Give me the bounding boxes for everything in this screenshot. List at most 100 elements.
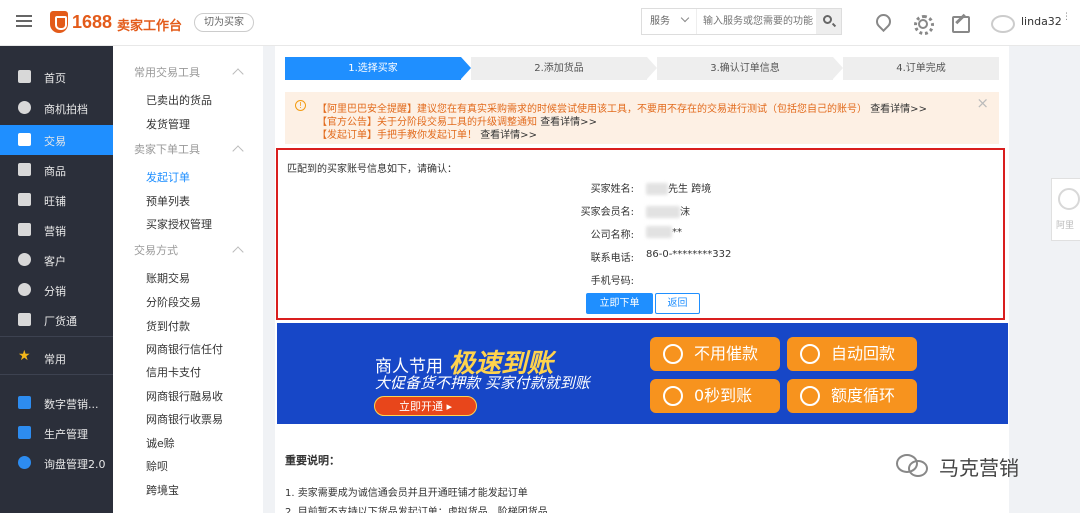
activate-now-button[interactable]: 立即开通 ▸ <box>374 396 477 416</box>
phone-icon <box>663 344 683 364</box>
submenu-item[interactable]: 发货管理 <box>146 116 190 132</box>
search-button[interactable] <box>816 9 841 34</box>
alibaba-icon <box>1058 188 1080 210</box>
sidebar-item-customers[interactable]: 客户 <box>0 245 113 275</box>
logo-icon <box>50 11 68 33</box>
progress-steps: 1.选择买家 2.添加货品 3.确认订单信息 4.订单完成 <box>285 57 999 80</box>
factory-icon <box>18 313 31 326</box>
sidebar-item-shop[interactable]: 旺铺 <box>0 185 113 215</box>
submenu-item[interactable]: 买家授权管理 <box>146 216 212 232</box>
place-order-button[interactable]: 立即下单 <box>586 293 653 314</box>
watermark-text: 马克营销 <box>939 456 1019 480</box>
feature-instant-arrival: 0秒到账 <box>650 379 780 413</box>
buyer-member-text: 沫 <box>680 207 690 218</box>
notice-link[interactable]: 查看详情>> <box>870 104 927 115</box>
submenu-item[interactable]: 分阶段交易 <box>146 294 201 310</box>
sidebar-item-factory[interactable]: 厂货通 <box>0 305 113 335</box>
step-4: 4.订单完成 <box>843 57 999 80</box>
step-1: 1.选择买家 <box>285 57 471 80</box>
notice-text: 【发起订单】手把手教你发起订单！ <box>317 130 477 141</box>
distribution-icon <box>18 283 31 296</box>
feature-label: 不用催款 <box>694 344 759 363</box>
user-icon <box>18 253 31 266</box>
back-button[interactable]: 返回 <box>655 293 700 314</box>
submenu-item[interactable]: 诚e赊 <box>146 435 175 451</box>
sidebar-item-production[interactable]: 生产管理 <box>0 418 113 448</box>
note-line: 1. 卖家需要成为诚信通会员并且开通旺铺才能发起订单 <box>285 488 528 499</box>
buyer-confirm-panel: 匹配到的买家账号信息如下，请确认： 买家姓名: 先生 跨境 买家会员名: 沫 公… <box>276 148 1005 320</box>
submenu-item[interactable]: 货到付款 <box>146 318 190 334</box>
digital-marketing-icon <box>18 396 31 409</box>
redacted-mask <box>646 206 680 218</box>
secondary-menu: 常用交易工具 卖家下单工具 交易方式 已卖出的货品 发货管理 发起订单 预单列表… <box>113 46 263 513</box>
confirm-title: 匹配到的买家账号信息如下，请确认： <box>287 164 457 175</box>
submenu-group-title[interactable]: 常用交易工具 <box>134 64 200 80</box>
submenu-item-active[interactable]: 发起订单 <box>146 169 190 185</box>
sidebar-item-inquiry[interactable]: 询盘管理2.0 <box>0 448 113 478</box>
home-icon <box>18 70 31 83</box>
more-icon[interactable]: ⋮ <box>1062 13 1071 22</box>
gear-icon[interactable] <box>912 13 934 35</box>
redacted-mask <box>646 183 668 195</box>
search-icon <box>823 15 832 24</box>
notice-line: 【发起订单】手把手教你发起订单！ 查看详情>> <box>317 126 537 141</box>
submenu-item[interactable]: 信用卡支付 <box>146 364 201 380</box>
buyer-name-label: 买家姓名: <box>590 184 634 195</box>
sidebar-item-products[interactable]: 商品 <box>0 155 113 185</box>
sidebar: 首页 商机拍档 交易 商品 旺铺 营销 客户 分销 厂货通 ★ 常用 数字营销..… <box>0 46 113 513</box>
trade-icon <box>18 133 31 146</box>
main-content: 1.选择买家 2.添加货品 3.确认订单信息 4.订单完成 ! 【阿里巴巴安全提… <box>275 46 1009 513</box>
feature-auto-payback: 自动回款 <box>787 337 917 371</box>
search-scope-select[interactable]: 服务 <box>642 9 697 34</box>
wechat-icon <box>896 454 928 477</box>
buyer-name-value: 先生 跨境 <box>646 180 711 195</box>
step-2: 2.添加货品 <box>471 57 659 80</box>
submenu-item[interactable]: 跨境宝 <box>146 482 179 498</box>
submenu-item[interactable]: 网商银行融易收 <box>146 388 223 404</box>
submenu-item[interactable]: 预单列表 <box>146 193 190 209</box>
shop-icon <box>18 193 31 206</box>
close-icon[interactable]: × <box>976 94 989 112</box>
menu-icon[interactable] <box>16 15 32 29</box>
redacted-mask <box>646 226 672 238</box>
sidebar-item-home[interactable]: 首页 <box>0 62 113 92</box>
location-icon[interactable] <box>873 13 891 31</box>
edit-icon[interactable] <box>951 13 970 33</box>
banner-subline: 大促备货不押款 买家付款就到账 <box>375 374 590 392</box>
promo-banner[interactable]: 商人节用 极速到账 大促备货不押款 买家付款就到账 立即开通 ▸ 不用催款 自动回… <box>277 323 1008 424</box>
submenu-item[interactable]: 网商银行收票易 <box>146 411 223 427</box>
production-icon <box>18 426 31 439</box>
switch-to-buyer-button[interactable]: 切为买家 <box>194 13 254 32</box>
submenu-item[interactable]: 已卖出的货品 <box>146 92 212 108</box>
logo-number: 1688 <box>72 12 113 32</box>
submenu-item[interactable]: 赊呗 <box>146 458 168 474</box>
search-box: 服务 <box>641 8 842 35</box>
crown-icon <box>18 101 31 114</box>
submenu-item[interactable]: 网商银行信任付 <box>146 341 223 357</box>
note-line: 2. 目前暂不支持以下货品发起订单：虚拟货品、阶梯团货品 <box>285 507 548 513</box>
submenu-group-title[interactable]: 卖家下单工具 <box>134 141 200 157</box>
username[interactable]: linda32 <box>1021 15 1062 28</box>
sidebar-item-digital-marketing[interactable]: 数字营销... <box>0 388 113 418</box>
sidebar-item-trade[interactable]: 交易 <box>0 125 113 155</box>
top-bar: 1688 卖家工作台 切为买家 服务 linda32 ⋮ <box>0 0 1080 46</box>
buyer-member-value: 沫 <box>646 203 690 218</box>
sidebar-divider <box>0 374 113 375</box>
notice-link[interactable]: 查看详情>> <box>480 130 537 141</box>
notice-link[interactable]: 查看详情>> <box>540 117 597 128</box>
sidebar-item-favorites[interactable]: ★ 常用 <box>0 343 113 373</box>
avatar[interactable] <box>989 11 1015 33</box>
search-scope-label: 服务 <box>650 16 670 27</box>
feature-label: 0秒到账 <box>694 386 753 405</box>
sidebar-item-marketing[interactable]: 营销 <box>0 215 113 245</box>
sidebar-item-distribution[interactable]: 分销 <box>0 275 113 305</box>
mobile-label: 手机号码: <box>590 276 634 287</box>
submenu-item[interactable]: 账期交易 <box>146 270 190 286</box>
warning-icon: ! <box>295 100 306 111</box>
feature-label: 额度循环 <box>831 386 896 405</box>
buyer-member-label: 买家会员名: <box>580 207 634 218</box>
side-widget[interactable]: 阿里 <box>1051 178 1080 241</box>
submenu-group-title[interactable]: 交易方式 <box>134 242 178 258</box>
search-input[interactable] <box>699 9 815 34</box>
sidebar-item-opportunity[interactable]: 商机拍档 <box>0 93 113 123</box>
